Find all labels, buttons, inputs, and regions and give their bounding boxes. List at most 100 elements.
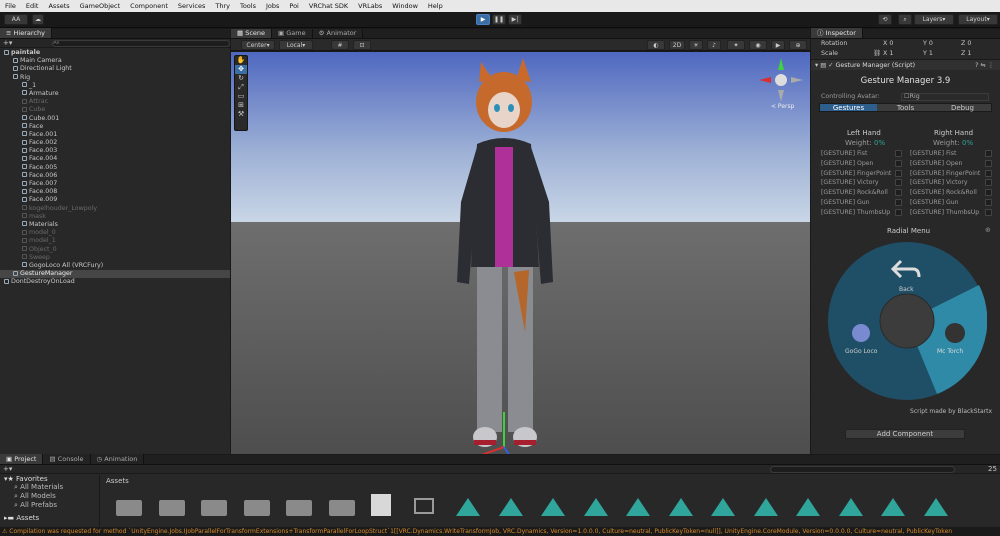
gizmos-icon[interactable]: ⊕ (789, 40, 807, 50)
tab-debug[interactable]: Debug (934, 104, 991, 112)
shader-icon[interactable] (711, 498, 735, 516)
search-icon[interactable]: ⌕ (898, 14, 912, 25)
shader-icon[interactable] (881, 498, 905, 516)
hierarchy-item[interactable]: Directional Light (0, 65, 230, 73)
scale-z-field[interactable]: 1 (967, 50, 971, 57)
radial-back-label[interactable]: Back (899, 286, 914, 293)
account-dropdown[interactable]: AA (4, 14, 28, 25)
rotation-y-field[interactable]: 0 (929, 40, 933, 47)
folder-icon[interactable] (286, 500, 312, 516)
hierarchy-item[interactable]: Face (0, 123, 230, 131)
hierarchy-item[interactable]: GestureManager (0, 270, 230, 279)
shader-icon[interactable] (583, 498, 608, 516)
menu-item-help[interactable]: Help (423, 2, 448, 10)
hierarchy-item[interactable]: Attrac (0, 98, 230, 106)
hierarchy-item[interactable]: kogelhouder_Lowpoly (0, 205, 230, 213)
gesture-checkbox[interactable] (985, 179, 992, 187)
shader-icon[interactable] (838, 498, 863, 516)
hierarchy-item[interactable]: Face.001 (0, 131, 230, 139)
hierarchy-item[interactable]: Face.008 (0, 188, 230, 196)
link-icon[interactable]: ⛓ (873, 49, 881, 59)
scene-viewport[interactable]: < Persp (231, 52, 810, 454)
lighting-icon[interactable]: ☀ (689, 40, 703, 50)
favorites-header[interactable]: ▾★ Favorites (0, 475, 99, 483)
hierarchy-item[interactable]: Main Camera (0, 57, 230, 65)
menu-item-poi[interactable]: Poi (284, 2, 303, 10)
folder-icon[interactable] (328, 500, 355, 516)
folder-icon[interactable] (158, 500, 185, 516)
folder-icon[interactable] (116, 500, 142, 516)
hierarchy-item[interactable]: Sweep (0, 254, 230, 262)
menu-item-thry[interactable]: Thry (210, 2, 235, 10)
radial-add-icon[interactable]: ⊕ (985, 226, 991, 234)
hierarchy-item[interactable]: Face.009 (0, 196, 230, 204)
shader-icon[interactable] (456, 498, 480, 516)
torch-icon[interactable] (945, 323, 965, 343)
tab-animation[interactable]: ◷ Animation (90, 454, 145, 464)
gesture-checkbox[interactable] (985, 169, 992, 177)
hierarchy-item[interactable]: DontDestroyOnLoad (0, 278, 230, 286)
hierarchy-item[interactable]: Object_0 (0, 246, 230, 254)
favorite-item[interactable]: ⌕ All Prefabs (0, 501, 99, 510)
audio-icon[interactable]: ♪ (707, 40, 721, 50)
gesture-checkbox[interactable] (985, 189, 992, 197)
hierarchy-item[interactable]: paintale (0, 49, 230, 57)
rotation-x-field[interactable]: 0 (889, 40, 893, 47)
gesture-checkbox[interactable] (895, 150, 902, 157)
menu-item-jobs[interactable]: Jobs (261, 2, 284, 10)
shader-icon[interactable] (668, 498, 693, 516)
gesture-checkbox[interactable] (895, 169, 902, 177)
hierarchy-item[interactable]: model_1 (0, 237, 230, 245)
tab-project[interactable]: ▣ Project (0, 454, 44, 464)
hierarchy-item[interactable]: Face.003 (0, 147, 230, 155)
expand-icon[interactable]: ▾ (815, 62, 818, 69)
scale-y-field[interactable]: 1 (929, 50, 933, 57)
hierarchy-item[interactable]: GogoLoco All (VRCFury) (0, 262, 230, 270)
shader-icon[interactable] (626, 498, 650, 516)
gogoloco-icon[interactable] (852, 324, 870, 342)
scale-tool-icon[interactable]: ⤢ (235, 83, 247, 92)
tab-gestures[interactable]: Gestures (820, 104, 877, 112)
shader-icon[interactable] (923, 498, 948, 516)
hierarchy-item[interactable]: Face.005 (0, 164, 230, 172)
layout-dropdown[interactable]: Layout ▾ (958, 14, 998, 25)
project-search-input[interactable] (770, 466, 955, 473)
menu-item-assets[interactable]: Assets (43, 2, 74, 10)
hand-tool-icon[interactable]: ✋ (235, 56, 247, 65)
move-tool-icon[interactable]: ✥ (235, 65, 247, 74)
pivot-dropdown[interactable]: Center ▾ (241, 40, 275, 50)
transform-tool-icon[interactable]: ⊞ (235, 101, 247, 110)
document-icon[interactable] (371, 494, 391, 516)
rotation-z-field[interactable]: 0 (967, 40, 971, 47)
rotate-tool-icon[interactable]: ↻ (235, 74, 247, 83)
hierarchy-item[interactable]: Materials (0, 221, 230, 229)
menu-item-tools[interactable]: Tools (235, 2, 261, 10)
menu-item-window[interactable]: Window (387, 2, 423, 10)
space-dropdown[interactable]: Local ▾ (279, 40, 313, 50)
favorite-item[interactable]: ⌕ All Models (0, 492, 99, 501)
folder-icon[interactable] (201, 500, 227, 516)
status-bar[interactable]: ⚠ Compilation was requested for method `… (0, 527, 1000, 536)
history-icon[interactable]: ⟲ (878, 14, 892, 25)
hierarchy-item[interactable]: Rig (0, 74, 230, 82)
scene-view[interactable]: ▦ Scene ▣ Game ⚙ Animator Center ▾ Local ▾… (231, 29, 810, 454)
custom-tool-icon[interactable]: ⚒ (235, 110, 247, 119)
radial-menu[interactable]: Back GoGo Loco Mc Torch (827, 241, 987, 401)
shader-icon[interactable] (498, 498, 523, 516)
tab-console[interactable]: ▤ Console (43, 454, 91, 464)
menu-item-file[interactable]: File (0, 2, 21, 10)
shader-icon[interactable] (541, 498, 565, 516)
add-icon[interactable]: +▾ (3, 39, 12, 47)
avatar-object-field[interactable]: ☐Rig (901, 93, 989, 101)
gesture-checkbox[interactable] (895, 189, 902, 197)
hidden-objects-icon[interactable]: ◉ (749, 40, 767, 50)
gesture-checkbox[interactable] (895, 208, 902, 216)
assets-root[interactable]: ▸▬ Assets (0, 514, 99, 522)
tab-hierarchy[interactable]: ≡ Hierarchy (0, 28, 52, 38)
camera-icon[interactable]: ▶ (771, 40, 785, 50)
gesture-checkbox[interactable] (985, 150, 992, 157)
menu-item-gameobject[interactable]: GameObject (75, 2, 126, 10)
component-header[interactable]: ▾ ▤ ✓ Gesture Manager (Script) ? ⇋ ⋮ (811, 59, 1000, 70)
radial-gogo-label[interactable]: GoGo Loco (845, 348, 878, 355)
folder-icon[interactable] (243, 500, 270, 516)
